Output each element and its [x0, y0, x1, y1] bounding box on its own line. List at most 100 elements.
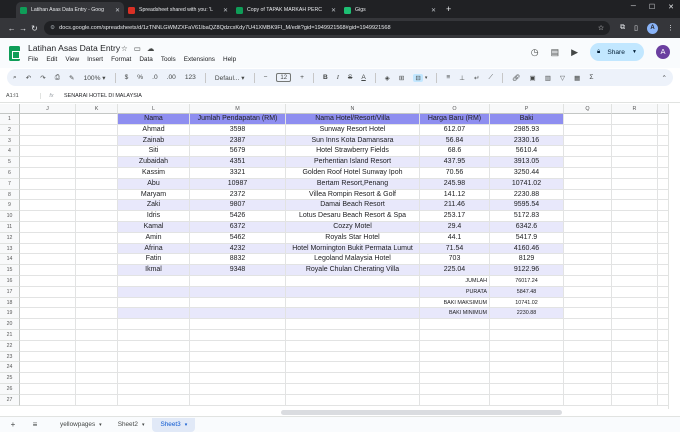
menu-item-file[interactable]: File: [28, 56, 38, 63]
merge-cells-icon[interactable]: ⊟: [413, 73, 423, 82]
grid-cell[interactable]: [20, 222, 76, 233]
grid-cell[interactable]: [76, 200, 118, 212]
grid-cell[interactable]: [612, 157, 658, 168]
back-icon[interactable]: ←: [6, 24, 17, 33]
table-cell[interactable]: 245.98: [420, 178, 490, 190]
grid-cell[interactable]: [420, 362, 490, 374]
all-sheets-icon[interactable]: ≡: [26, 420, 44, 429]
grid-cell[interactable]: [564, 135, 612, 147]
grid-cell[interactable]: [20, 330, 76, 341]
insert-link-icon[interactable]: 🔗︎: [512, 74, 520, 82]
increase-font-size-button[interactable]: +: [300, 74, 304, 81]
browser-tab[interactable]: Spreadsheet shared with you: 'L ✕: [124, 2, 232, 18]
grid-cell[interactable]: [190, 340, 286, 352]
chevron-down-icon[interactable]: ▾: [185, 418, 188, 432]
table-cell[interactable]: 44.1: [420, 232, 490, 244]
spreadsheet-grid[interactable]: JKLMNOPQRS123456789101112131415161718192…: [0, 104, 668, 409]
summary-blank-cell[interactable]: [190, 297, 286, 309]
grid-cell[interactable]: [76, 243, 118, 255]
row-header[interactable]: 9: [0, 200, 20, 212]
table-cell[interactable]: 9122.96: [490, 265, 564, 276]
grid-cell[interactable]: [564, 297, 612, 309]
grid-cell[interactable]: [420, 351, 490, 363]
cloud-status-icon[interactable]: ☁: [147, 44, 155, 53]
summary-blank-cell[interactable]: [286, 286, 420, 298]
sheet-tab-sheet2[interactable]: Sheet2 ▾: [110, 418, 153, 432]
grid-cell[interactable]: [564, 286, 612, 298]
summary-blank-cell[interactable]: [286, 276, 420, 287]
grid-cell[interactable]: [420, 394, 490, 406]
table-cell[interactable]: 10741.02: [490, 178, 564, 190]
toolbar-collapse-icon[interactable]: ⌃: [661, 74, 667, 82]
column-header-j[interactable]: J: [20, 104, 76, 114]
table-header-cell[interactable]: Harga Baru (RM): [420, 114, 490, 125]
browser-tab[interactable]: Latihan Asas Data Entry - Goog ✕: [16, 2, 124, 18]
grid-cell[interactable]: [76, 373, 118, 384]
grid-cell[interactable]: [564, 157, 612, 168]
grid-cell[interactable]: [658, 168, 668, 179]
grid-cell[interactable]: [76, 135, 118, 147]
row-header[interactable]: 18: [0, 297, 20, 309]
table-cell[interactable]: 8832: [190, 254, 286, 266]
grid-cell[interactable]: [658, 395, 668, 406]
row-header[interactable]: 11: [0, 222, 20, 233]
browser-tab[interactable]: Copy of TAPAK MARKAH PERC ✕: [232, 2, 340, 18]
grid-cell[interactable]: [564, 384, 612, 395]
filter-views-icon[interactable]: ▦: [574, 74, 580, 82]
table-cell[interactable]: 2372: [190, 189, 286, 201]
grid-cell[interactable]: [20, 384, 76, 395]
grid-cell[interactable]: [20, 308, 76, 320]
table-cell[interactable]: Bertam Resort,Penang: [286, 178, 420, 190]
grid-cell[interactable]: [658, 222, 668, 233]
table-cell[interactable]: 3250.44: [490, 168, 564, 179]
decrease-font-size-button[interactable]: −: [264, 74, 268, 81]
decrease-decimal-button[interactable]: .0: [152, 74, 158, 81]
table-cell[interactable]: 4351: [190, 157, 286, 168]
table-cell[interactable]: 9595.54: [490, 200, 564, 212]
table-cell[interactable]: 703: [420, 254, 490, 266]
grid-cell[interactable]: [118, 384, 190, 395]
grid-cell[interactable]: [20, 211, 76, 222]
grid-cell[interactable]: [612, 330, 658, 341]
column-header-k[interactable]: K: [76, 104, 118, 114]
grid-cell[interactable]: [490, 340, 564, 352]
grid-cell[interactable]: [612, 232, 658, 244]
summary-value[interactable]: 2230.88: [490, 308, 564, 320]
text-wrap-icon[interactable]: ↵: [474, 74, 480, 82]
grid-cell[interactable]: [76, 276, 118, 287]
grid-cell[interactable]: [564, 254, 612, 266]
table-cell[interactable]: 4160.46: [490, 243, 564, 255]
grid-cell[interactable]: [658, 157, 668, 168]
table-cell[interactable]: 4232: [190, 243, 286, 255]
table-cell[interactable]: Amin: [118, 232, 190, 244]
grid-cell[interactable]: [658, 136, 668, 147]
table-cell[interactable]: 612.07: [420, 124, 490, 136]
grid-cell[interactable]: [76, 286, 118, 298]
menu-item-tools[interactable]: Tools: [161, 56, 176, 63]
tab-close-icon[interactable]: ✕: [115, 7, 120, 14]
table-cell[interactable]: 2387: [190, 135, 286, 147]
column-header-q[interactable]: Q: [564, 104, 612, 114]
grid-cell[interactable]: [190, 394, 286, 406]
tab-close-icon[interactable]: ✕: [331, 7, 336, 14]
grid-cell[interactable]: [190, 319, 286, 330]
grid-cell[interactable]: [76, 254, 118, 266]
table-cell[interactable]: 56.84: [420, 135, 490, 147]
table-cell[interactable]: 5426: [190, 211, 286, 222]
grid-cell[interactable]: [190, 362, 286, 374]
grid-cell[interactable]: [564, 232, 612, 244]
forward-icon[interactable]: →: [17, 24, 28, 33]
summary-label[interactable]: JUMLAH: [420, 276, 490, 287]
grid-cell[interactable]: [612, 297, 658, 309]
add-sheet-button[interactable]: +: [4, 420, 22, 429]
grid-cell[interactable]: [564, 319, 612, 330]
table-cell[interactable]: Ikmal: [118, 265, 190, 276]
site-info-icon[interactable]: ⚙: [50, 25, 55, 31]
grid-cell[interactable]: [612, 308, 658, 320]
summary-blank-cell[interactable]: [190, 308, 286, 320]
menu-item-edit[interactable]: Edit: [46, 56, 57, 63]
horizontal-scrollbar-thumb[interactable]: [281, 410, 562, 415]
grid-cell[interactable]: [564, 276, 612, 287]
summary-value[interactable]: 5847.48: [490, 286, 564, 298]
grid-cell[interactable]: [76, 308, 118, 320]
